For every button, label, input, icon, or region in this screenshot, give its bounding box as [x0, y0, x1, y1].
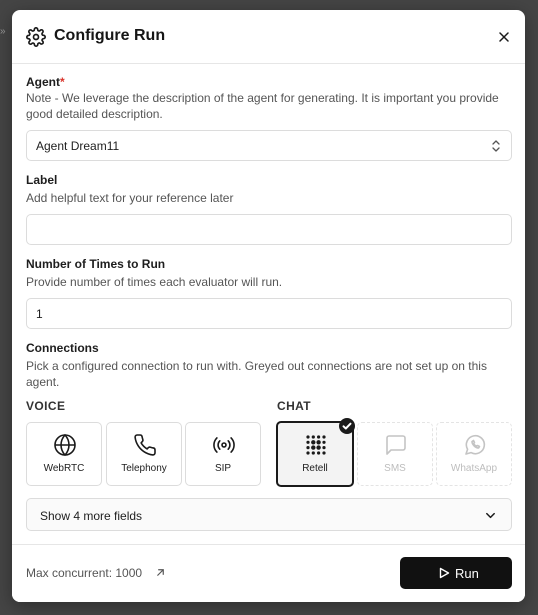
selected-check-badge	[339, 418, 355, 434]
chat-caption: CHAT	[277, 399, 312, 413]
run-button-label: Run	[455, 566, 479, 581]
dialog-title: Configure Run	[54, 27, 166, 44]
label-field-help: Add helpful text for your reference late…	[26, 191, 234, 205]
connection-label: SIP	[214, 463, 232, 474]
phone-icon	[134, 434, 156, 456]
connections-help: Pick a configured connection to run with…	[26, 359, 487, 389]
broadcast-icon	[213, 437, 235, 453]
connection-label: WebRTC	[43, 463, 85, 474]
show-more-fields-label: Show 4 more fields	[40, 509, 143, 523]
gear-icon	[26, 27, 46, 47]
run-button[interactable]: Run	[400, 557, 512, 589]
times-input[interactable]: 1	[26, 298, 512, 329]
external-link-arrow-icon[interactable]	[155, 567, 166, 578]
whatsapp-icon	[465, 434, 486, 455]
times-field-help: Provide number of times each evaluator w…	[26, 275, 283, 289]
play-icon	[439, 567, 450, 579]
connection-webrtc[interactable]: WebRTC	[26, 422, 102, 486]
connection-telephony[interactable]: Telephony	[106, 422, 182, 486]
chevron-up-down-icon	[492, 140, 500, 152]
agent-select-value: Agent Dream11	[36, 139, 120, 153]
dialog-footer: Max concurrent: 1000 Run	[12, 544, 525, 602]
globe-icon	[54, 433, 76, 457]
agent-label: Agent*	[26, 75, 65, 89]
connection-sip[interactable]: SIP	[185, 422, 261, 486]
voice-caption: VOICE	[26, 399, 66, 413]
connection-label: SMS	[384, 463, 406, 474]
dialog-header: Configure Run	[12, 10, 525, 64]
retell-dots-icon	[306, 435, 326, 455]
connection-sms: SMS	[357, 422, 433, 486]
connection-label: Retell	[302, 463, 328, 474]
label-input[interactable]	[26, 214, 512, 245]
required-marker: *	[60, 75, 65, 89]
times-input-value: 1	[36, 307, 43, 321]
backdrop-chevron-icon: »	[0, 26, 6, 37]
configure-run-dialog: Configure Run Agent* Note - We leverage …	[12, 10, 525, 602]
agent-select[interactable]: Agent Dream11	[26, 130, 512, 161]
close-icon[interactable]	[496, 29, 512, 45]
connection-label: Telephony	[121, 463, 167, 474]
agent-help-text: Note - We leverage the description of th…	[26, 91, 499, 121]
max-concurrent-link[interactable]: Max concurrent: 1000	[26, 566, 142, 580]
connection-whatsapp: WhatsApp	[436, 422, 512, 486]
message-icon	[386, 435, 406, 455]
times-field-label: Number of Times to Run	[26, 257, 166, 271]
chevron-down-icon	[486, 512, 495, 519]
connections-label: Connections	[26, 341, 99, 355]
connection-label: WhatsApp	[450, 463, 498, 474]
check-icon	[342, 422, 352, 430]
label-field-label: Label	[26, 173, 58, 187]
show-more-fields-toggle[interactable]: Show 4 more fields	[26, 498, 512, 531]
